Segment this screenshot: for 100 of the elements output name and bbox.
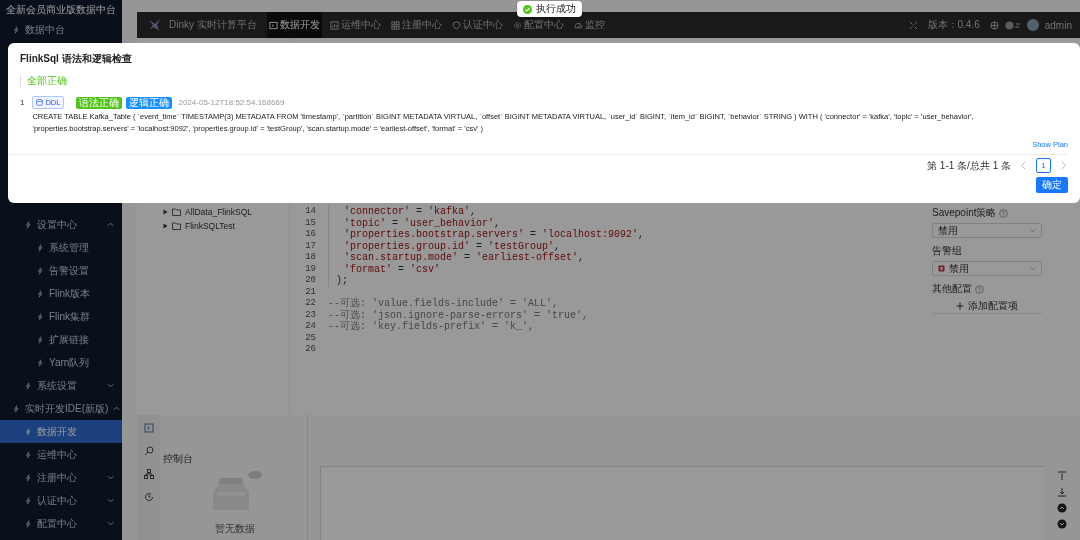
sidebar-item[interactable]: 实时开发IDE(新版) <box>0 397 122 420</box>
globe-icon[interactable] <box>989 20 999 30</box>
caret-icon <box>163 209 168 215</box>
fullscreen-icon[interactable] <box>908 20 918 30</box>
ok-button[interactable]: 确定 <box>1036 177 1068 193</box>
sidebar-item[interactable]: 系统设置 <box>0 374 122 397</box>
bolt-icon <box>12 404 20 413</box>
help-icon <box>999 208 1009 218</box>
sidebar-item[interactable]: 数据开发 <box>0 420 122 443</box>
code-line: 'format' = 'csv' <box>328 263 441 275</box>
shield-icon <box>451 20 461 30</box>
grid-icon <box>390 20 400 30</box>
dialog-title: FlinkSql 语法和逻辑检查 <box>20 52 133 66</box>
bolt-icon <box>36 289 44 298</box>
version-label: 版本：0.4.6 <box>927 18 980 32</box>
chevron-icon <box>107 520 114 527</box>
nav-tab[interactable]: 运维中心 <box>327 12 383 38</box>
line-number: 22 <box>304 298 316 310</box>
status-tag: 语法正确 <box>76 96 123 109</box>
history-icon[interactable] <box>143 492 154 502</box>
down-circle-icon[interactable] <box>1057 519 1067 529</box>
line-number: 18 <box>304 252 316 264</box>
code-line: 'connector' = 'kafka', <box>328 206 477 218</box>
line-number: 21 <box>304 286 316 298</box>
status-tag: 逻辑正确 <box>126 96 173 109</box>
sidebar-item[interactable]: 认证中心 <box>0 489 122 512</box>
line-number: 26 <box>304 344 316 356</box>
app-title: 全新会员商业版数据中台 <box>5 3 117 17</box>
code-window-icon <box>268 20 278 30</box>
add-config-button[interactable]: 添加配置项 <box>932 299 1042 314</box>
line-number: 20 <box>304 275 316 287</box>
chevron-icon <box>1029 227 1036 234</box>
sidebar-item[interactable]: 运维中心 <box>0 443 122 466</box>
chart-icon <box>329 20 339 30</box>
search-icon[interactable] <box>143 446 154 456</box>
line-number: 14 <box>304 206 316 218</box>
gauge-icon <box>573 20 583 30</box>
code-line: --可选: 'value.fields-include' = 'ALL', <box>328 298 559 309</box>
theme-toggle-icon[interactable] <box>1004 20 1021 30</box>
user-name[interactable]: admin <box>1044 19 1072 31</box>
empty-text: 暂无数据 <box>215 522 255 536</box>
chevron-icon <box>107 221 114 228</box>
bolt-icon <box>36 266 44 275</box>
code-line: 'properties.bootstrap.servers' = 'localhost:9092', <box>328 229 645 241</box>
sidebar-item[interactable]: 告警设置 <box>0 259 122 282</box>
select-field[interactable]: 禁用 <box>932 261 1042 276</box>
field-label: 其他配置 <box>932 282 972 296</box>
bolt-icon <box>36 243 44 252</box>
tree-item[interactable]: AllData_FlinkSQL <box>163 206 289 218</box>
line-number: 25 <box>304 332 316 344</box>
sidebar-item[interactable]: 数据中台 <box>0 20 122 40</box>
line-number: 23 <box>304 309 316 321</box>
sidebar-item[interactable]: Yarn队列 <box>0 351 122 374</box>
up-circle-icon[interactable] <box>1057 503 1067 513</box>
prev-page-icon[interactable] <box>1019 161 1028 170</box>
scroll-top-icon[interactable] <box>1057 471 1067 481</box>
sidebar-item[interactable]: 设置中心 <box>0 213 122 236</box>
avatar-icon[interactable] <box>1026 19 1039 31</box>
tree-item[interactable]: FlinkSQLTest <box>163 220 289 232</box>
database-icon <box>36 99 44 106</box>
chevron-icon <box>107 474 114 481</box>
next-page-icon[interactable] <box>1059 161 1068 170</box>
line-number: 15 <box>304 217 316 229</box>
timestamp: 2024-05-12T18:52:54.168669 <box>178 98 285 107</box>
bolt-icon <box>24 450 32 459</box>
line-number: 17 <box>304 240 316 252</box>
select-field[interactable]: 禁用 <box>932 223 1042 238</box>
download-icon[interactable] <box>1057 487 1067 497</box>
sidebar-item[interactable]: 系统管理 <box>0 236 122 259</box>
bolt-icon <box>36 312 44 321</box>
bolt-icon <box>24 381 32 390</box>
plus-icon <box>956 302 964 310</box>
code-line: 'topic' = 'user_behavior', <box>328 217 501 229</box>
success-toast: 执行成功 <box>517 1 582 17</box>
result-index: 1 <box>20 97 25 109</box>
summary-text: 全部正确 <box>20 75 67 87</box>
bolt-icon <box>24 473 32 482</box>
bolt-icon <box>24 519 32 528</box>
bolt-icon <box>24 427 32 436</box>
sidebar-item[interactable]: 扩展链接 <box>0 328 122 351</box>
sidebar-item[interactable]: 配置中心 <box>0 512 122 535</box>
nav-tab[interactable]: 注册中心 <box>388 12 444 38</box>
code-line: 'properties.group.id' = 'testGroup', <box>328 240 561 252</box>
chevron-icon <box>107 382 114 389</box>
code-line: --可选: 'key.fields-prefix' = 'k_', <box>328 321 535 333</box>
sidebar-item[interactable]: 注册中心 <box>0 466 122 489</box>
nav-tab[interactable]: 数据开发 <box>266 12 322 38</box>
caret-icon <box>163 223 168 229</box>
console-title: 控制台 <box>163 452 194 466</box>
sidebar-item[interactable]: Flink集群 <box>0 305 122 328</box>
page-button[interactable]: 1 <box>1036 158 1051 173</box>
app-name: Dinky 实时计算平台 <box>169 18 257 32</box>
sidebar-item[interactable]: Flink版本 <box>0 282 122 305</box>
pagination-summary: 第 1-1 条/总共 1 条 <box>927 158 1011 173</box>
terminal-icon[interactable] <box>143 423 154 433</box>
field-label: 告警组 <box>932 244 962 258</box>
hierarchy-icon[interactable] <box>143 469 154 479</box>
bolt-icon <box>24 220 32 229</box>
chevron-icon <box>113 405 121 412</box>
nav-tab[interactable]: 认证中心 <box>449 12 505 38</box>
